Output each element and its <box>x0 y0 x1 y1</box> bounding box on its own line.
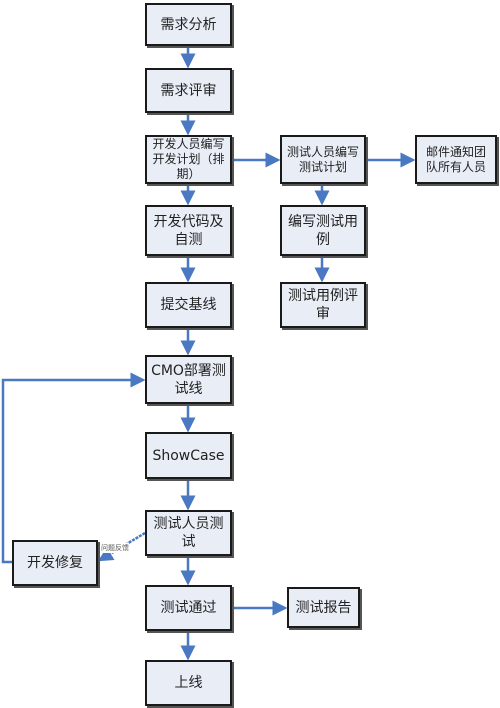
node-test-pass[interactable]: 测试通过 <box>145 585 232 631</box>
node-dev-plan[interactable]: 开发人员编写开发计划（排期） <box>145 135 232 184</box>
node-test-report[interactable]: 测试报告 <box>287 587 360 628</box>
connectors <box>1 47 416 661</box>
edge-label-feedback: 问题反馈 <box>101 543 129 553</box>
node-cmo-deploy[interactable]: CMO部署测试线 <box>145 355 232 404</box>
node-req-analysis[interactable]: 需求分析 <box>145 3 232 46</box>
node-req-review[interactable]: 需求评审 <box>145 68 232 113</box>
node-write-cases[interactable]: 编写测试用例 <box>280 205 366 256</box>
node-test-plan[interactable]: 测试人员编写测试计划 <box>280 135 366 184</box>
node-submit-baseline[interactable]: 提交基线 <box>145 282 232 328</box>
node-showcase[interactable]: ShowCase <box>145 432 232 479</box>
node-dev-fix[interactable]: 开发修复 <box>12 540 98 586</box>
node-release[interactable]: 上线 <box>145 660 232 706</box>
node-email-notify[interactable]: 邮件通知团队所有人员 <box>415 135 497 184</box>
arrow-fix-cmo <box>1 372 146 564</box>
node-dev-code[interactable]: 开发代码及自测 <box>145 205 232 256</box>
node-case-review[interactable]: 测试用例评审 <box>280 282 366 328</box>
node-tester-test[interactable]: 测试人员测试 <box>145 510 232 556</box>
